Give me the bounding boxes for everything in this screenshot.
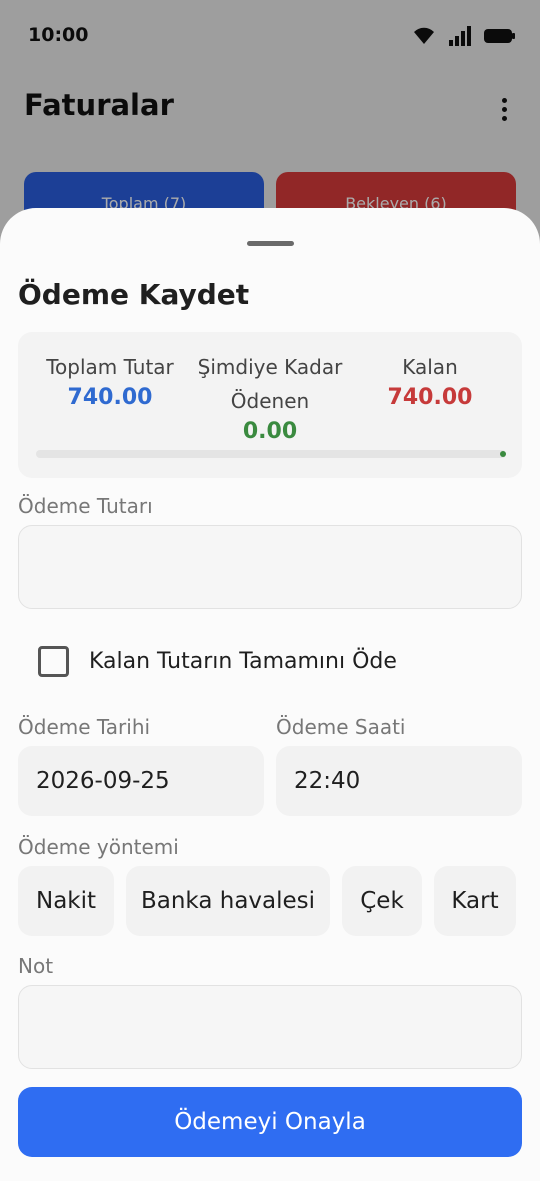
pay-all-label[interactable]: Kalan Tutarın Tamamını Öde (89, 649, 397, 674)
date-picker[interactable]: 2026-09-25 (18, 746, 264, 816)
remaining-value: 740.00 (387, 385, 473, 410)
method-card-chip[interactable]: Kart (434, 866, 516, 936)
method-check-chip[interactable]: Çek (342, 866, 422, 936)
summary-remaining: Kalan 740.00 (362, 350, 498, 412)
summary-total: Toplam Tutar 740.00 (38, 350, 182, 412)
payment-progress-bar (36, 450, 506, 458)
summary-paid: Şimdiye Kadar Ödenen 0.00 (186, 350, 354, 446)
payment-summary-card: Toplam Tutar 740.00 Şimdiye Kadar Ödenen… (18, 332, 522, 478)
time-label: Ödeme Saati (276, 715, 406, 739)
amount-label: Ödeme Tutarı (18, 494, 153, 518)
method-bank-transfer-chip[interactable]: Banka havalesi (126, 866, 330, 936)
note-input[interactable] (18, 985, 522, 1069)
pay-all-row[interactable]: Kalan Tutarın Tamamını Öde (38, 646, 397, 677)
paid-value: 0.00 (242, 419, 298, 444)
payment-bottom-sheet: Ödeme Kaydet Toplam Tutar 740.00 Şimdiye… (0, 208, 540, 1181)
method-cash-chip[interactable]: Nakit (18, 866, 114, 936)
payment-progress-fill (500, 451, 506, 457)
remaining-label: Kalan (402, 355, 458, 379)
paid-label-line2: Ödenen (230, 389, 310, 413)
sheet-title: Ödeme Kaydet (18, 278, 250, 311)
paid-label-line1: Şimdiye Kadar (197, 355, 343, 379)
confirm-payment-button[interactable]: Ödemeyi Onayla (18, 1087, 522, 1157)
drag-handle[interactable] (247, 241, 294, 246)
total-label: Toplam Tutar (46, 355, 174, 379)
total-value: 740.00 (67, 385, 153, 410)
date-label: Ödeme Tarihi (18, 715, 151, 739)
pay-all-checkbox[interactable] (38, 646, 69, 677)
method-label: Ödeme yöntemi (18, 835, 179, 859)
note-label: Not (18, 954, 54, 978)
amount-input[interactable] (18, 525, 522, 609)
time-picker[interactable]: 22:40 (276, 746, 522, 816)
